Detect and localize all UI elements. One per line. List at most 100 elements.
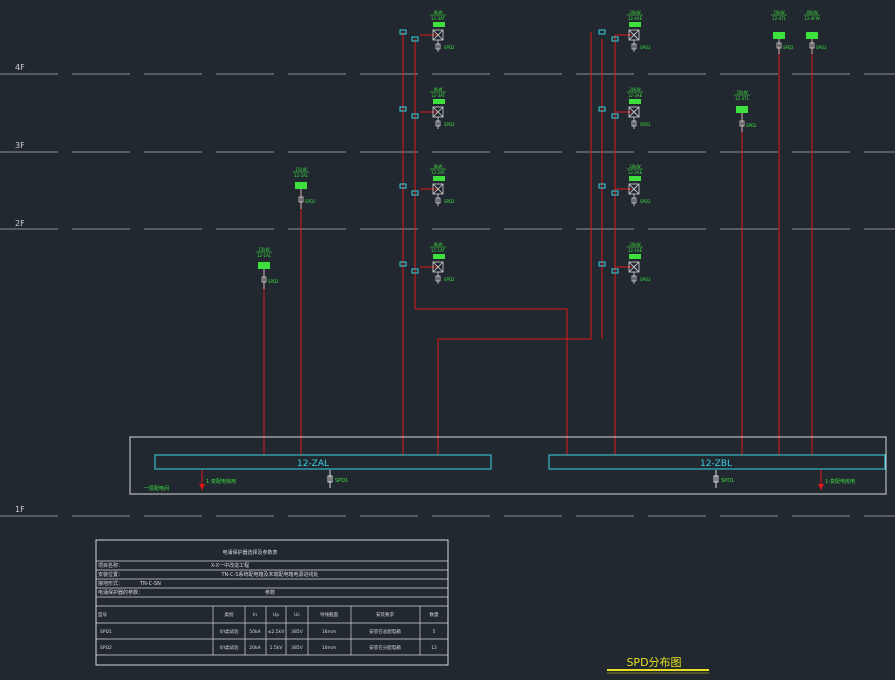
panel-kw: 40kW [806, 10, 817, 15]
panel-id: 12-4FW [804, 16, 819, 21]
left-spd-tag: SPD1 [335, 478, 348, 484]
cell: 385V [291, 645, 304, 651]
panel-id: 12-3AT [431, 93, 446, 98]
cell: II/I类试验 [220, 628, 239, 635]
panel-kw: 9kW [434, 10, 443, 15]
param-label: 电涌保护器的参数： [98, 589, 143, 596]
cell: 50kA [249, 629, 261, 635]
feeder-cables [263, 32, 813, 455]
panel-spd: SPD2 [444, 45, 455, 50]
project-label: 项目名称： [98, 562, 123, 569]
panel-spd: SPD2 [444, 277, 455, 282]
cell: 20kA [249, 645, 261, 651]
panel-b2: 9kW 12-3AT SPD2 [430, 87, 455, 129]
panel-box [295, 182, 307, 189]
right-spd-tag: SPD1 [721, 478, 734, 484]
table-header-row: 型号 类别 In Up Uc 导线截面 安装要求 数量 [98, 611, 439, 618]
location-value: TN-C-S系统配电箱及末端配电箱电源进线处 [220, 571, 318, 578]
panel-id: 12-1AL [257, 253, 272, 258]
panel-spd: SPD2 [305, 199, 316, 204]
panel-id: 12-2AL [294, 173, 309, 178]
panel-box [258, 262, 270, 269]
left-note: 一层配电间 [144, 485, 169, 492]
panel-b3: 9kW 12-2AT SPD2 [430, 164, 455, 206]
panel-box [433, 99, 445, 104]
panel-box [629, 176, 641, 181]
th-install: 安装要求 [376, 611, 394, 618]
panel-box [773, 32, 785, 39]
panel-box [629, 99, 641, 104]
left-room-tag: 1-变配电房用 [206, 478, 236, 485]
panel-box [433, 176, 445, 181]
panel-b12: 15kW 12-2AL SPD2 [293, 167, 316, 209]
spd-distribution-drawing: 4F 3F 2F 1F 12-ZAL 12-ZBL 1-变配电房用 一层配电间 … [0, 10, 895, 674]
cell: 12 [431, 645, 437, 651]
th-uc: Uc [294, 612, 300, 618]
cell: 5 [433, 629, 436, 635]
panel-id: 12-4TL [772, 16, 787, 21]
cell: SPD1 [100, 629, 112, 635]
panel-id: 12-2AT [431, 170, 446, 175]
cell: 安装在分配电箱 [369, 644, 401, 651]
panel-spd: SPD2 [783, 45, 794, 50]
table-row: SPD2 II/I类试验 20kA 1.5kV 385V 10mm 安装在分配电… [100, 644, 437, 651]
system-label: 接地形式： [98, 580, 123, 587]
floor-label-4f: 4F [15, 63, 25, 72]
panel-b9: 70kW 12-4TL SPD2 [771, 10, 794, 54]
table-row: SPD1 II/I类试验 50kA ≤2.5kV 385V 16mm 安装在总配… [100, 628, 436, 635]
panel-spd: SPD2 [640, 199, 651, 204]
th-type: 型号 [98, 611, 107, 618]
right-incoming [818, 470, 824, 490]
panel-id: 12-4AE [628, 16, 643, 21]
panel-spd: SPD2 [268, 279, 279, 284]
panel-b7: 20kW 12-2AE SPD2 [627, 164, 651, 206]
cell: SPD2 [100, 645, 112, 651]
project-value: X-X一中改造工程 [211, 562, 249, 569]
panel-id: 12-3AE [628, 93, 643, 98]
panel-box [806, 32, 818, 39]
left-incoming [199, 470, 205, 490]
system-value: TN-C-SN [139, 581, 161, 587]
panel-b4: 9kW 12-1AT SPD2 [430, 242, 455, 284]
panel-spd: SPD2 [816, 45, 827, 50]
right-room-tag: 1-变配电房用 [825, 478, 855, 485]
panel-id: 12-2AE [628, 170, 643, 175]
panel-b11: 70kW 12-3TL SPD2 [734, 90, 757, 132]
panel-box [629, 22, 641, 27]
panel-kw: 15kW [295, 167, 306, 172]
cell: 385V [291, 629, 304, 635]
panel-spd: SPD2 [746, 123, 757, 128]
panel-kw: 20kW [629, 87, 640, 92]
panel-spd: SPD2 [640, 45, 651, 50]
cell: 10mm [322, 645, 337, 651]
cell: II/I类试验 [220, 644, 239, 651]
panel-kw: 70kW [773, 10, 784, 15]
drawing-title: SPD分布图 [626, 656, 681, 669]
cell: 1.5kV [270, 645, 284, 651]
th-wire: 导线截面 [320, 611, 338, 618]
panel-kw: 70kW [736, 90, 747, 95]
panel-kw: 20kW [629, 242, 640, 247]
th-up: Up [273, 612, 279, 618]
param-value: 参数 [265, 589, 275, 596]
panel-spd: SPD2 [640, 122, 651, 127]
panel-id: 12-3AT [431, 16, 446, 21]
panel-spd: SPD2 [444, 122, 455, 127]
floor-label-1f: 1F [15, 505, 25, 514]
busbar-right-label: 12-ZBL [700, 459, 732, 469]
panel-id: 12-1AT [431, 248, 446, 253]
cell: ≤2.5kV [268, 629, 286, 635]
right-spd-symbol [713, 470, 719, 488]
panel-b13: 15kW 12-1AL SPD2 [256, 247, 279, 289]
panel-box [433, 254, 445, 259]
panel-kw: 15kW [258, 247, 269, 252]
panel-box [433, 22, 445, 27]
panel-spd: SPD2 [444, 199, 455, 204]
panel-id: 12-1AE [628, 248, 643, 253]
floor-label-2f: 2F [15, 219, 25, 228]
panel-b10: 40kW 12-4FW SPD2 [804, 10, 827, 54]
panel-b6: 20kW 12-3AE SPD2 [627, 87, 651, 129]
floor-label-3f: 3F [15, 141, 25, 150]
panel-kw: 9kW [434, 242, 443, 247]
table-title: 电涌保护器选择及参数表 [222, 549, 277, 556]
